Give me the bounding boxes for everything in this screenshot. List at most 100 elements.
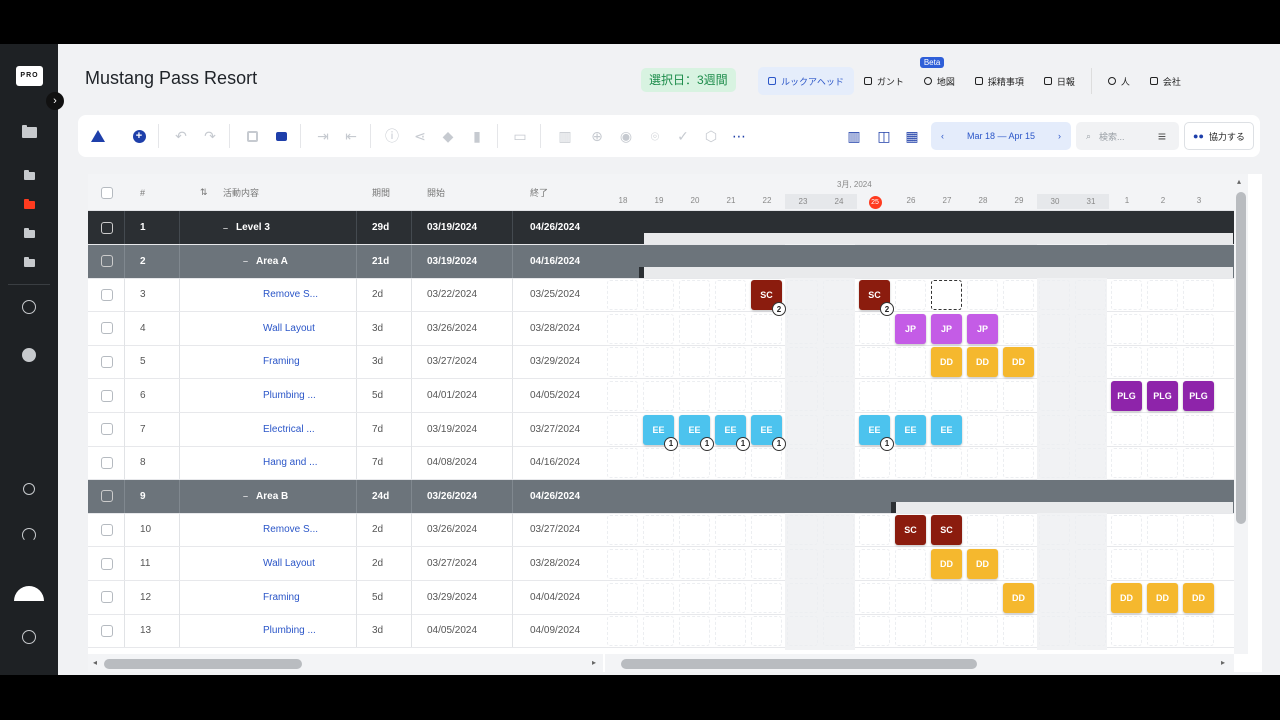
summary-bar[interactable] (639, 266, 1233, 278)
delete-icon[interactable]: ▮ (469, 128, 485, 144)
day-cell[interactable] (859, 313, 890, 344)
collapse-icon[interactable]: – (223, 223, 228, 233)
day-cell[interactable] (715, 313, 746, 344)
start-date-cell[interactable]: 03/19/2024 (427, 245, 477, 278)
summary-bar[interactable] (639, 233, 1233, 244)
globe-icon[interactable] (20, 629, 38, 645)
row-checkbox[interactable] (101, 379, 113, 412)
day-cell[interactable] (1147, 448, 1178, 479)
day-cell[interactable] (895, 448, 926, 479)
crew-chip[interactable]: SC 2 (859, 280, 894, 317)
activity-name[interactable]: Hang and ... (263, 446, 317, 479)
row-checkbox[interactable] (101, 446, 113, 479)
day-cell[interactable] (787, 515, 818, 546)
help-icon[interactable] (20, 481, 38, 497)
building-icon[interactable]: ▥ (557, 128, 573, 144)
folder-icon[interactable] (20, 226, 38, 242)
crew-chip[interactable]: EE 1 (679, 414, 714, 451)
duration-cell[interactable]: 24d (372, 480, 389, 513)
day-cell[interactable] (1111, 515, 1142, 546)
day-cell[interactable] (1003, 549, 1034, 579)
day-cell[interactable] (1147, 515, 1178, 546)
day-cell[interactable] (787, 549, 818, 579)
start-date-cell[interactable]: 03/29/2024 (427, 581, 477, 614)
collapse-icon[interactable]: – (243, 256, 248, 266)
row-checkbox[interactable] (101, 345, 113, 378)
day-cell[interactable] (607, 616, 638, 647)
day-cell[interactable] (967, 414, 998, 445)
undo-icon[interactable]: ↶ (173, 128, 189, 144)
tab-lookahead[interactable]: ルックアヘッド (758, 67, 854, 95)
folder-icon[interactable] (20, 168, 38, 184)
duration-cell[interactable]: 3d (372, 614, 383, 647)
day-cell[interactable] (715, 347, 746, 378)
crew-chip[interactable]: PLG (1111, 381, 1142, 411)
check-icon[interactable]: ✓ (675, 128, 691, 144)
day-cell[interactable] (607, 313, 638, 344)
day-cell[interactable] (823, 414, 854, 445)
day-cell[interactable] (643, 515, 674, 546)
activity-name[interactable]: Wall Layout (263, 312, 315, 345)
location-icon[interactable]: ⌾ (647, 128, 663, 144)
day-cell[interactable] (823, 381, 854, 411)
crew-chip[interactable]: DD (1147, 582, 1178, 613)
print-icon[interactable] (273, 128, 289, 144)
day-cell[interactable] (1183, 414, 1214, 445)
row-checkbox[interactable] (101, 480, 113, 513)
day-cell[interactable] (859, 347, 890, 378)
crew-chip[interactable]: DD (931, 347, 962, 378)
crew-chip[interactable]: JP (895, 313, 926, 344)
indent-icon[interactable]: ⇥ (315, 128, 331, 144)
day-cell[interactable] (787, 381, 818, 411)
day-cell[interactable] (1147, 549, 1178, 579)
day-cell[interactable] (1039, 280, 1070, 311)
next-range-icon[interactable]: › (1058, 131, 1061, 141)
start-date-cell[interactable]: 03/22/2024 (427, 278, 477, 311)
day-cell[interactable] (1111, 280, 1142, 311)
duration-cell[interactable]: 2d (372, 278, 383, 311)
day-cell[interactable] (643, 549, 674, 579)
day-cell[interactable] (607, 381, 638, 411)
outdent-icon[interactable]: ⇤ (343, 128, 359, 144)
duration-cell[interactable]: 5d (372, 379, 383, 412)
summary-bar[interactable] (891, 501, 1233, 513)
duration-cell[interactable]: 2d (372, 547, 383, 580)
crew-chip[interactable]: EE 1 (859, 414, 894, 451)
table-scrollbar[interactable]: ◂ ▸ (88, 654, 603, 672)
col-end[interactable]: 終了 (530, 174, 548, 211)
day-cell[interactable] (967, 448, 998, 479)
day-cell[interactable] (1039, 582, 1070, 613)
day-cell[interactable] (1039, 381, 1070, 411)
row-checkbox[interactable] (101, 245, 113, 278)
projects-icon[interactable] (20, 124, 38, 140)
day-cell[interactable] (859, 549, 890, 579)
day-cell[interactable] (679, 616, 710, 647)
day-cell[interactable] (643, 582, 674, 613)
row-checkbox[interactable] (101, 513, 113, 546)
day-cell[interactable] (1111, 616, 1142, 647)
app-logo[interactable]: PRO (16, 66, 43, 86)
day-cell[interactable] (679, 381, 710, 411)
select-all-checkbox[interactable] (101, 174, 113, 211)
day-cell[interactable] (1003, 414, 1034, 445)
tag-icon[interactable]: ⬡ (703, 128, 719, 144)
crew-chip[interactable]: DD (1003, 582, 1034, 613)
end-date-cell[interactable]: 03/27/2024 (530, 413, 580, 446)
crew-chip[interactable]: PLG (1183, 381, 1214, 411)
pie-chart-icon[interactable] (20, 347, 38, 363)
day-cell[interactable] (787, 347, 818, 378)
crew-chip[interactable]: PLG (1147, 381, 1178, 411)
col-name[interactable]: 活動内容 (223, 174, 259, 211)
day-cell[interactable] (751, 313, 782, 344)
day-cell[interactable] (787, 280, 818, 311)
tab-constraints[interactable]: 採精事項 (965, 67, 1034, 95)
people-icon[interactable] (20, 299, 38, 315)
activity-name[interactable]: – Area A (243, 245, 288, 278)
day-cell[interactable] (859, 515, 890, 546)
crew-chip[interactable]: SC 2 (751, 280, 786, 317)
end-date-cell[interactable]: 03/28/2024 (530, 312, 580, 345)
crew-chip[interactable]: DD (967, 549, 998, 579)
day-cell[interactable] (751, 549, 782, 579)
day-cell[interactable] (1003, 616, 1034, 647)
day-cell[interactable] (643, 381, 674, 411)
